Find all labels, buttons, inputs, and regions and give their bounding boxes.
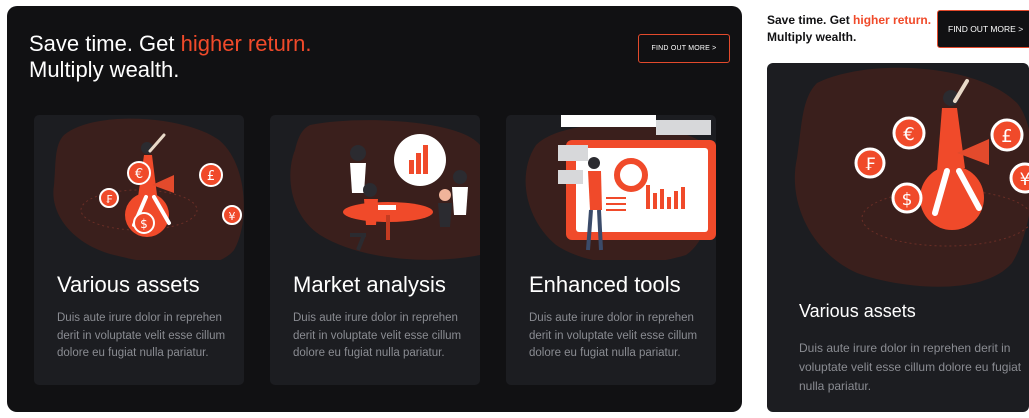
side-title-line2: Multiply wealth.: [767, 30, 857, 44]
euro-icon: €: [903, 124, 914, 145]
currency-person-illustration: € £ ₣ $ ¥: [53, 118, 244, 260]
side-preview: Save time. Get higher return. Multiply w…: [767, 6, 1029, 412]
yen-icon: ¥: [229, 210, 236, 223]
card-title: Various assets: [57, 272, 200, 297]
card-title: Market analysis: [293, 272, 446, 297]
feature-card-various-assets[interactable]: € £ ₣ $ ¥ Various assets Duis aute irure…: [34, 115, 244, 385]
find-out-more-button[interactable]: FIND OUT MORE >: [638, 34, 730, 63]
side-title-accent: higher return.: [853, 13, 932, 27]
meeting-illustration: [290, 120, 480, 260]
currency-person-illustration: € £ ₣ $ ¥: [794, 67, 1029, 287]
feature-card-enhanced-tools[interactable]: Enhanced tools Duis aute irure dolor in …: [506, 115, 716, 385]
side-title: Save time. Get higher return. Multiply w…: [767, 12, 937, 46]
side-card-body: Duis aute irure dolor in reprehen derit …: [799, 341, 1022, 393]
franc-icon: ₣: [106, 193, 113, 206]
card-body: Duis aute irure dolor in reprehen derit …: [293, 312, 462, 359]
dashboard-illustration: [525, 115, 716, 260]
hero-title-part1: Save time. Get: [29, 31, 181, 56]
card-body: Duis aute irure dolor in reprehen derit …: [529, 312, 698, 359]
dollar-icon: $: [140, 217, 148, 231]
side-title-part1: Save time. Get: [767, 13, 854, 27]
side-card-title: Various assets: [799, 301, 916, 321]
dollar-icon: $: [902, 190, 913, 210]
hero-title-accent: higher return.: [180, 31, 312, 56]
franc-icon: ₣: [865, 155, 876, 175]
hero-title-line2: Multiply wealth.: [29, 57, 180, 82]
pound-icon: £: [207, 169, 215, 184]
hero-title: Save time. Get higher return. Multiply w…: [29, 31, 311, 83]
card-body: Duis aute irure dolor in reprehen derit …: [57, 312, 226, 359]
promo-panel: Save time. Get higher return. Multiply w…: [7, 6, 742, 412]
card-title: Enhanced tools: [529, 272, 681, 297]
feature-card-market-analysis[interactable]: Market analysis Duis aute irure dolor in…: [270, 115, 480, 385]
yen-icon: ¥: [1020, 170, 1029, 190]
side-feature-card[interactable]: € £ ₣ $ ¥ Various assets Duis aute irure…: [767, 63, 1029, 412]
pound-icon: £: [1001, 126, 1012, 147]
side-find-out-more-button[interactable]: FIND OUT MORE >: [937, 10, 1029, 48]
euro-icon: €: [135, 167, 143, 182]
